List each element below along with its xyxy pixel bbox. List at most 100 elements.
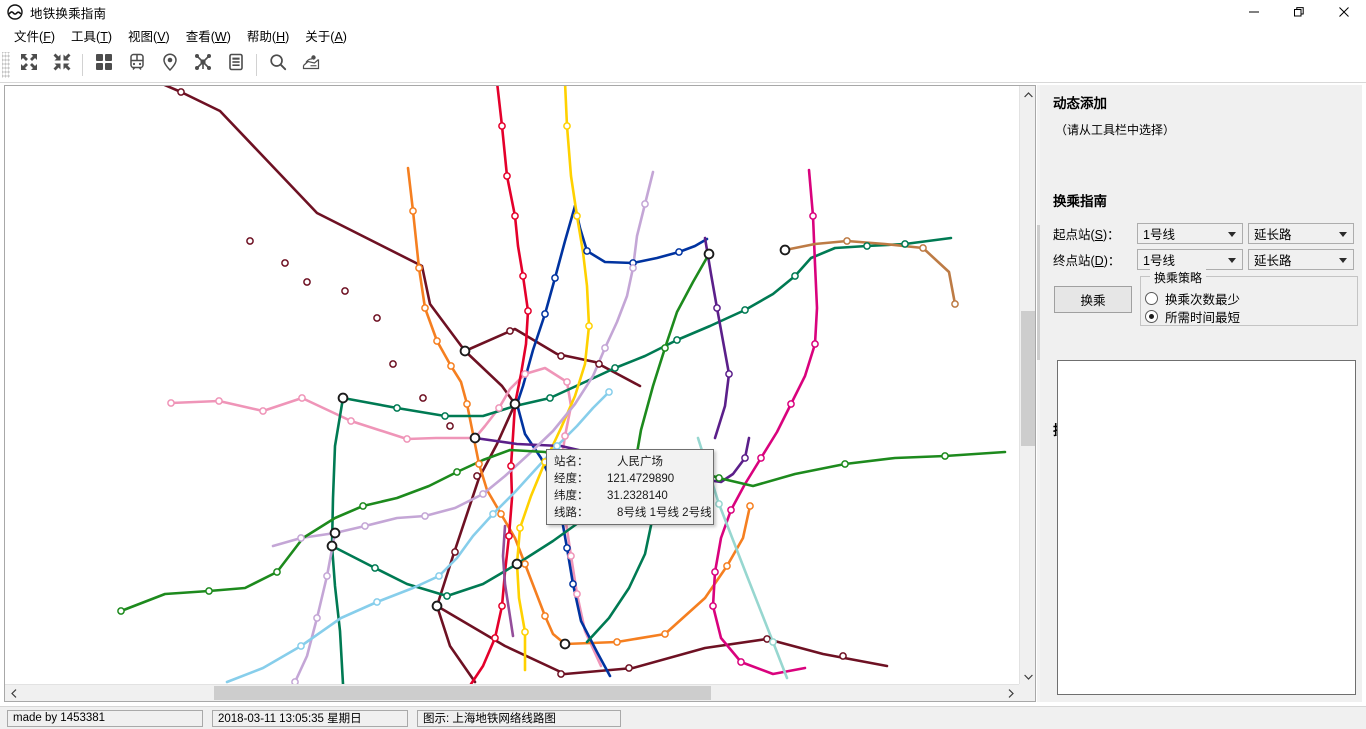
toolbar-separator-1 [82, 53, 83, 76]
search-button[interactable] [261, 50, 294, 80]
scroll-left-arrow-icon[interactable] [5, 685, 22, 701]
radio-shortest-time[interactable]: 所需时间最短 [1145, 307, 1240, 326]
tooltip-value-lines: 8号线 1号线 2号线 [617, 507, 712, 519]
tooltip-value-latitude: 31.2328140 [607, 490, 668, 502]
menu-accel-tools: T [100, 30, 108, 44]
scrollbar-corner [1019, 684, 1035, 701]
list-document-icon [226, 52, 246, 77]
radio-unselected-icon [1145, 292, 1158, 305]
map-vertical-scroll-thumb[interactable] [1021, 311, 1035, 446]
start-station-select[interactable]: 延长路 [1248, 223, 1354, 244]
menu-accel-view: V [157, 30, 166, 44]
map-viewport[interactable]: .ln { fill:none; stroke-linecap:round; s… [5, 86, 1019, 685]
toolbar [0, 47, 1366, 83]
tooltip-row-longitude: 经度： 121.4729890 [554, 471, 706, 488]
route-result-list[interactable] [1057, 360, 1356, 695]
network-nodes-icon [193, 52, 213, 77]
end-station-value: 延长路 [1254, 254, 1292, 268]
chevron-down-icon [1228, 231, 1236, 237]
tooltip-label-name: 站名： [554, 456, 589, 468]
metro-logo-icon [7, 4, 23, 20]
grid-squares-button[interactable] [87, 50, 120, 80]
station-info-tooltip: 站名： 人民广场 经度： 121.4729890 纬度： 31.2328140 … [546, 449, 714, 525]
tooltip-label-longitude: 经度： [554, 473, 589, 485]
minimize-button[interactable] [1231, 0, 1276, 24]
end-station-row: 终点站(D)： 1号线 延长路 [1053, 249, 1354, 270]
menu-label-about: 关于 [305, 30, 331, 44]
location-pin-icon [160, 52, 180, 77]
menu-item-file[interactable]: 文件(F) [6, 24, 63, 47]
train-icon [127, 52, 147, 77]
print-map-icon [301, 52, 321, 77]
scroll-down-arrow-icon[interactable] [1020, 668, 1035, 685]
collapse-icon [52, 52, 72, 77]
title-bar: 地铁换乘指南 [0, 0, 1366, 24]
menu-accel-file: F [43, 30, 51, 44]
collapse-button[interactable] [45, 50, 78, 80]
window-title: 地铁换乘指南 [30, 6, 107, 21]
tooltip-row-lines: 线路： 8号线 1号线 2号线 [554, 505, 712, 522]
menu-accel-help: H [276, 30, 286, 44]
close-button[interactable] [1321, 0, 1366, 24]
radio-fewest-transfers-label: 换乘次数最少 [1165, 293, 1241, 307]
radio-fewest-transfers[interactable]: 换乘次数最少 [1145, 289, 1240, 308]
chevron-down-icon [1339, 231, 1347, 237]
chevron-down-icon [1339, 257, 1347, 263]
start-station-label: 起点站(S)： [1053, 224, 1137, 243]
menu-label-look: 查看 [185, 30, 211, 44]
start-label-tail: )： [1103, 228, 1120, 242]
map-horizontal-scrollbar[interactable] [5, 684, 1019, 701]
expand-icon [19, 52, 39, 77]
menu-bar: 文件(F) 工具(T) 视图(V) 查看(W) 帮助(H) 关于(A) [0, 24, 1366, 47]
tooltip-value-name: 人民广场 [617, 456, 663, 468]
radio-selected-icon [1145, 310, 1158, 323]
list-document-button[interactable] [219, 50, 252, 80]
maximize-button[interactable] [1276, 0, 1321, 24]
start-line-value: 1号线 [1143, 228, 1175, 242]
location-pin-button[interactable] [153, 50, 186, 80]
menu-item-help[interactable]: 帮助(H) [239, 24, 297, 47]
expand-button[interactable] [12, 50, 45, 80]
scroll-right-arrow-icon[interactable] [1002, 685, 1019, 701]
dynamic-add-title: 动态添加 [1053, 96, 1107, 111]
network-nodes-button[interactable] [186, 50, 219, 80]
menu-item-look[interactable]: 查看(W) [178, 24, 239, 47]
end-label-tail: )： [1103, 254, 1121, 268]
start-label-accel: S [1094, 228, 1104, 242]
print-map-button[interactable] [294, 50, 327, 80]
metro-network-map[interactable]: .ln { fill:none; stroke-linecap:round; s… [5, 86, 1019, 685]
start-label-text: 起点站( [1053, 228, 1095, 242]
window-controls [1231, 0, 1366, 24]
tooltip-value-longitude: 121.4729890 [607, 473, 675, 485]
start-station-value: 延长路 [1254, 228, 1292, 242]
train-button[interactable] [120, 50, 153, 80]
toolbar-grip[interactable] [2, 51, 10, 78]
grid-squares-icon [94, 52, 114, 77]
end-line-select[interactable]: 1号线 [1137, 249, 1243, 270]
menu-item-about[interactable]: 关于(A) [297, 24, 355, 47]
start-station-row: 起点站(S)： 1号线 延长路 [1053, 223, 1354, 244]
menu-item-tools[interactable]: 工具(T) [63, 24, 120, 47]
scroll-up-arrow-icon[interactable] [1020, 86, 1035, 103]
end-station-label: 终点站(D)： [1053, 250, 1137, 269]
menu-item-view[interactable]: 视图(V) [120, 24, 178, 47]
radio-shortest-time-label: 所需时间最短 [1165, 311, 1241, 325]
strategy-groupbox-legend: 换乘策略 [1150, 269, 1207, 286]
start-line-select[interactable]: 1号线 [1137, 223, 1243, 244]
map-horizontal-scroll-thumb[interactable] [214, 686, 711, 700]
status-datetime: 2018-03-11 13:05:35 星期日 [212, 709, 408, 727]
end-station-select[interactable]: 延长路 [1248, 249, 1354, 270]
tooltip-row-latitude: 纬度： 31.2328140 [554, 488, 706, 505]
menu-label-tools: 工具 [71, 30, 97, 44]
chevron-down-icon [1228, 257, 1236, 263]
status-author: made by 1453381 [7, 709, 203, 727]
transfer-button[interactable]: 换乘 [1054, 286, 1132, 313]
map-vertical-scrollbar[interactable] [1019, 86, 1035, 685]
toolbar-separator-2 [256, 53, 257, 76]
map-panel[interactable]: .ln { fill:none; stroke-linecap:round; s… [4, 85, 1036, 702]
end-label-text: 终点站( [1053, 254, 1095, 268]
status-bar: made by 1453381 2018-03-11 13:05:35 星期日 … [0, 706, 1366, 729]
tooltip-label-lines: 线路： [554, 507, 589, 519]
tooltip-row-name: 站名： 人民广场 [554, 454, 706, 471]
menu-label-help: 帮助 [246, 30, 272, 44]
